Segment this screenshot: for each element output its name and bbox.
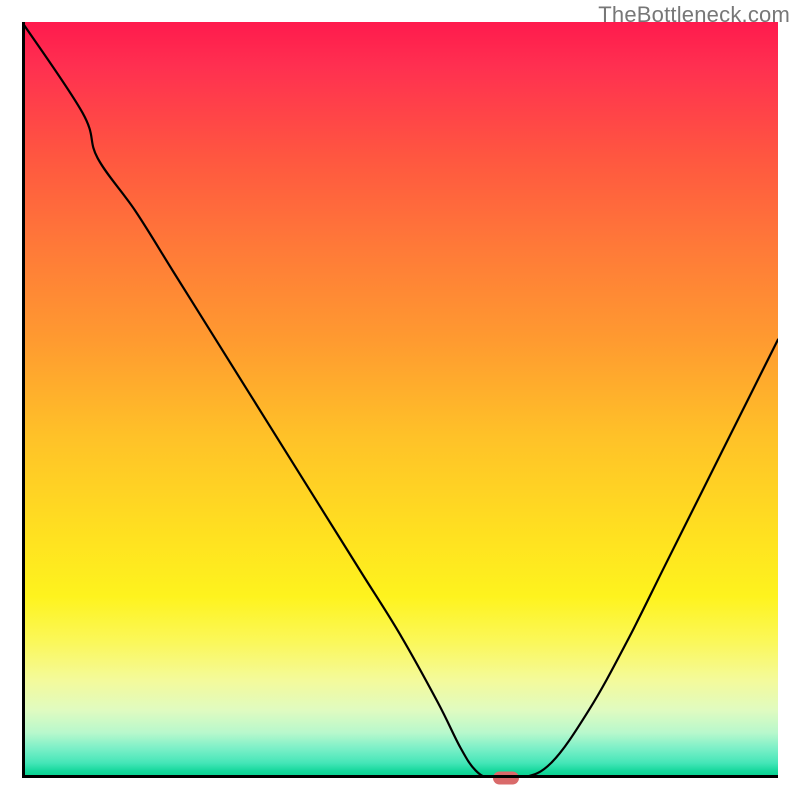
watermark: TheBottleneck.com [598,2,790,28]
bottleneck-curve [22,22,778,778]
optimal-point-marker [493,772,519,785]
chart-area [22,22,778,778]
